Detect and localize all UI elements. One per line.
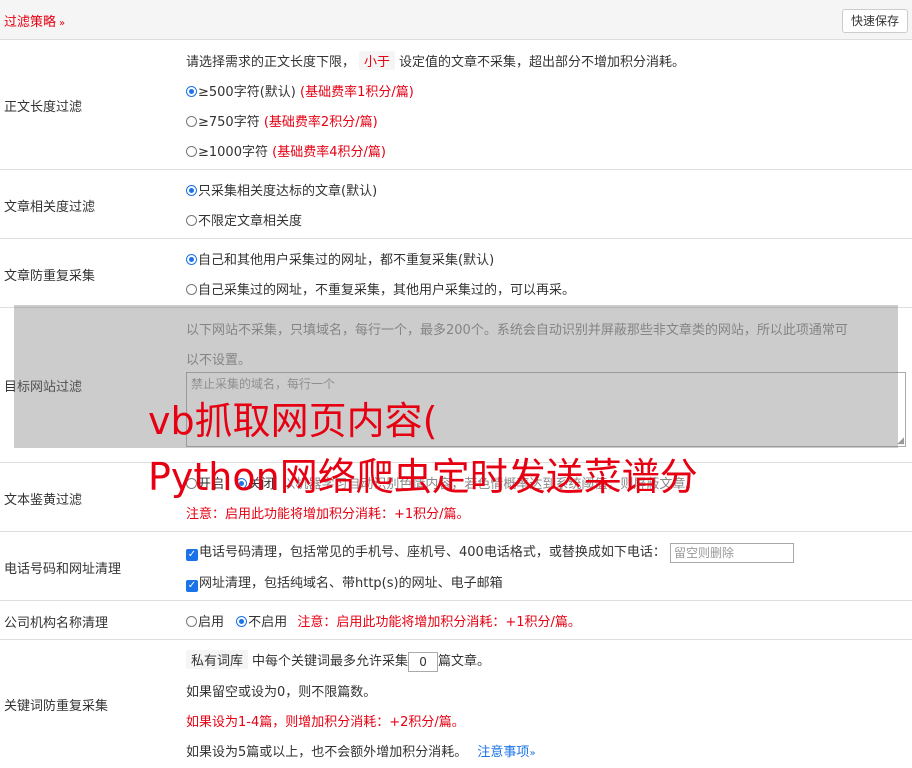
resize-handle-icon[interactable]: ◢ xyxy=(897,436,904,446)
radio-button[interactable] xyxy=(236,478,248,489)
row-dedupe: 文章防重复采集 自己和其他用户采集过的网址，都不重复采集(默认) 自己采集过的网… xyxy=(0,239,912,308)
row-label: 目标网站过滤 xyxy=(4,380,83,395)
less-than-tag: 小于 xyxy=(359,51,396,70)
row-label: 文章相关度过滤 xyxy=(4,200,96,215)
keyword-note-3: 如果设为5篇或以上，也不会额外增加积分消耗。 注意事项» xyxy=(186,745,536,760)
site-filter-desc-2: 以不设置。 xyxy=(186,353,252,368)
length-option-1000[interactable]: ≥1000字符 (基础费率4积分/篇) xyxy=(186,141,386,160)
radio-button[interactable] xyxy=(186,86,197,97)
row-label: 电话号码和网址清理 xyxy=(4,562,122,577)
row-label: 关键词防重复采集 xyxy=(4,699,109,714)
radio-button[interactable] xyxy=(186,215,197,226)
quick-save-button[interactable]: 快速保存 xyxy=(841,9,908,33)
phone-clean-option[interactable]: ✓ 电话号码清理，包括常见的手机号、座机号、400电话格式，或替换成如下电话： 留… xyxy=(186,541,794,563)
max-articles-input[interactable]: 0 xyxy=(408,651,439,672)
keyword-note-2: 如果设为1-4篇，则增加积分消耗：+2积分/篇。 xyxy=(186,715,465,730)
private-lexicon-tag: 私有词库 xyxy=(186,650,249,669)
chevron-down-icon: » xyxy=(59,18,66,29)
blocked-domains-textarea[interactable]: 禁止采集的域名，每行一个 ◢ xyxy=(186,372,906,447)
textarea-placeholder: 禁止采集的域名，每行一个 xyxy=(191,377,336,391)
site-filter-desc-1: 以下网站不采集，只填域名，每行一个，最多200个。系统会自动识别并屏蔽那些非文章… xyxy=(186,323,848,338)
radio-button[interactable] xyxy=(186,478,197,489)
replacement-phone-input[interactable]: 留空则删除 xyxy=(669,542,794,563)
notes-link[interactable]: 注意事项» xyxy=(477,745,535,760)
keyword-limit-line: 私有词库 中每个关键词最多允许采集 0 篇文章。 xyxy=(186,650,490,672)
radio-button[interactable] xyxy=(186,284,197,295)
dedupe-option-self[interactable]: 自己采集过的网址，不重复采集，其他用户采集过的，可以再采。 xyxy=(186,279,575,298)
radio-button[interactable] xyxy=(236,616,248,627)
row-label: 文章防重复采集 xyxy=(4,269,96,284)
row-company-clean: 公司机构名称清理 启用 不启用 注意：启用此功能将增加积分消耗：+1积分/篇。 xyxy=(0,601,912,640)
radio-button[interactable] xyxy=(186,616,197,627)
section-title-text: 过滤策略 xyxy=(4,15,57,30)
row-length-filter: 正文长度过滤 请选择需求的正文长度下限， 小于 设定值的文章不采集，超出部分不增加积… xyxy=(0,40,912,170)
porn-filter-options: 开启 关闭 以机器学习自动识别色情内容，若色情概率达到系统阈值，则屏蔽文章。 xyxy=(186,473,698,492)
row-porn-filter: 文本鉴黄过滤 开启 关闭 以机器学习自动识别色情内容，若色情概率达到系统阈值，则… xyxy=(0,463,912,532)
radio-button[interactable] xyxy=(186,185,197,196)
row-relevance-filter: 文章相关度过滤 只采集相关度达标的文章(默认) 不限定文章相关度 xyxy=(0,170,912,239)
row-label: 公司机构名称清理 xyxy=(4,616,109,631)
radio-button[interactable] xyxy=(186,146,197,157)
radio-button[interactable] xyxy=(186,116,197,127)
relevance-option-any[interactable]: 不限定文章相关度 xyxy=(186,210,302,229)
dedupe-option-all[interactable]: 自己和其他用户采集过的网址，都不重复采集(默认) xyxy=(186,249,494,268)
section-title[interactable]: 过滤策略» xyxy=(4,11,65,30)
chevron-down-icon: » xyxy=(529,748,536,759)
keyword-note-1: 如果留空或设为0，则不限篇数。 xyxy=(186,685,377,700)
relevance-option-strict[interactable]: 只采集相关度达标的文章(默认) xyxy=(186,180,377,199)
checkbox-checked-icon[interactable]: ✓ xyxy=(186,580,198,592)
row-label: 正文长度过滤 xyxy=(4,100,83,115)
row-phone-url-clean: 电话号码和网址清理 ✓ 电话号码清理，包括常见的手机号、座机号、400电话格式，或… xyxy=(0,532,912,601)
row-label: 文本鉴黄过滤 xyxy=(4,493,83,508)
company-clean-options: 启用 不启用 注意：启用此功能将增加积分消耗：+1积分/篇。 xyxy=(186,611,581,630)
length-option-500[interactable]: ≥500字符(默认) (基础费率1积分/篇) xyxy=(186,81,414,100)
porn-filter-note: 注意：启用此功能将增加积分消耗：+1积分/篇。 xyxy=(186,507,470,522)
radio-button[interactable] xyxy=(186,254,197,265)
url-clean-option[interactable]: ✓ 网址清理，包括纯域名、带http(s)的网址、电子邮箱 xyxy=(186,572,503,592)
length-filter-desc: 请选择需求的正文长度下限， 小于 设定值的文章不采集，超出部分不增加积分消耗。 xyxy=(186,51,685,70)
checkbox-checked-icon[interactable]: ✓ xyxy=(186,549,198,561)
filter-strategy-header: 过滤策略» 快速保存 xyxy=(0,0,912,40)
row-keyword-dedupe: 关键词防重复采集 私有词库 中每个关键词最多允许采集 0 篇文章。 如果留空或设为0，… xyxy=(0,640,912,768)
length-option-750[interactable]: ≥750字符 (基础费率2积分/篇) xyxy=(186,111,378,130)
